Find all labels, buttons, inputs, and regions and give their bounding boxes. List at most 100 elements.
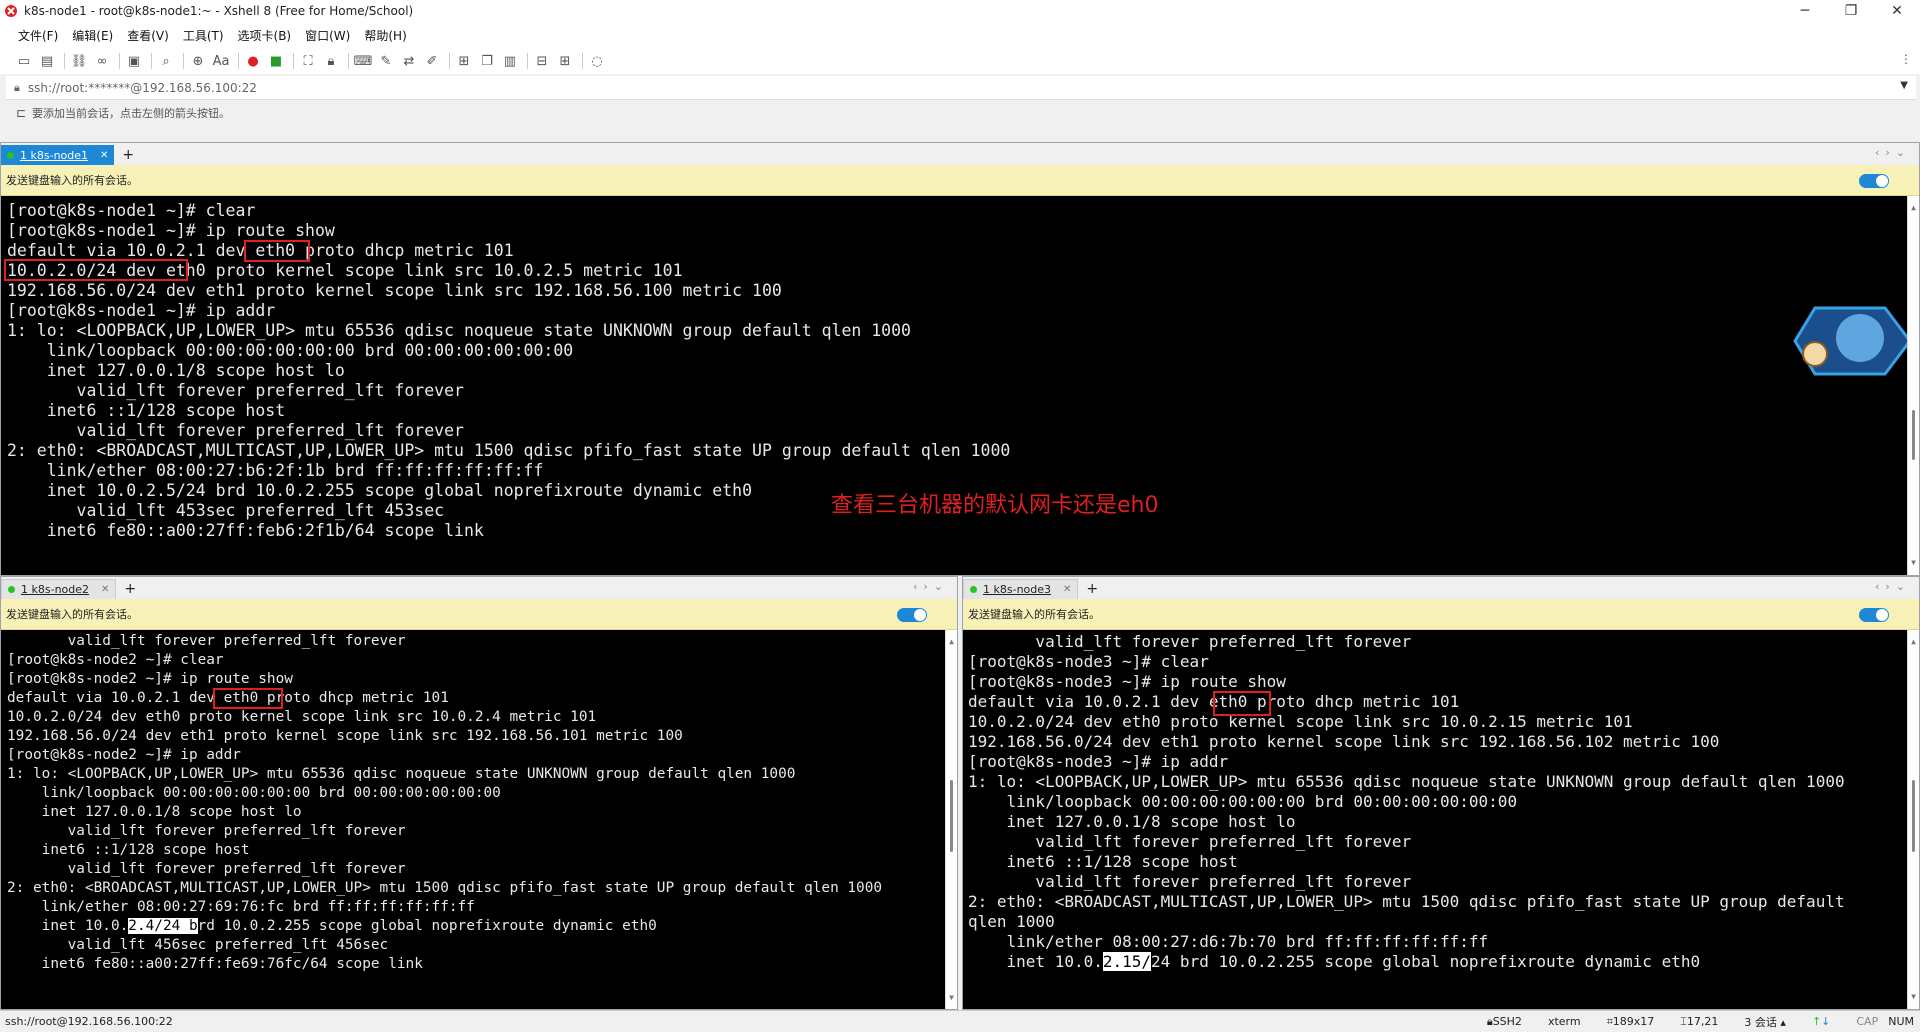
tab-k8s-node1[interactable]: 1 k8s-node1 ✕ bbox=[1, 145, 115, 165]
compose-icon[interactable]: ▥ bbox=[500, 51, 520, 71]
scroll-down-icon[interactable]: ▼ bbox=[1908, 987, 1919, 1007]
more-options-icon[interactable]: ⋮ bbox=[1900, 52, 1912, 66]
toolbar-divider bbox=[151, 53, 152, 69]
scroll-up-icon[interactable]: ▲ bbox=[1908, 632, 1919, 652]
tab-nav-icons[interactable]: ‹›⌄ bbox=[913, 580, 949, 593]
connected-status-icon bbox=[7, 151, 14, 159]
tab-nav-icons[interactable]: ‹›⌄ bbox=[1875, 580, 1911, 593]
search-icon[interactable]: ⌕ bbox=[156, 51, 176, 71]
window-title: k8s-node1 - root@k8s-node1:~ - Xshell 8 … bbox=[24, 4, 414, 18]
scroll-down-icon[interactable]: ▼ bbox=[946, 988, 957, 1007]
chevron-down-icon[interactable]: ▼ bbox=[1900, 80, 1908, 91]
script-icon[interactable]: ✎ bbox=[376, 51, 396, 71]
new-session-icon[interactable]: ▭ bbox=[14, 51, 34, 71]
font-icon[interactable]: Aa bbox=[211, 51, 231, 71]
terminal-node3[interactable]: valid_lft forever preferred_lft forever[… bbox=[963, 630, 1919, 1009]
selected-text: 2.15/ bbox=[1102, 952, 1152, 971]
terminal-line: [root@k8s-node3 ~]# clear bbox=[968, 652, 1209, 671]
scrollbar-node1[interactable]: ▲ ▼ bbox=[1907, 196, 1919, 575]
toolbar-divider bbox=[527, 53, 528, 69]
terminal-line: link/ether 08:00:27:69:76:fc brd ff:ff:f… bbox=[7, 899, 475, 915]
assistant-avatar-icon[interactable] bbox=[1775, 296, 1915, 386]
close-tab-icon[interactable]: ✕ bbox=[101, 584, 109, 595]
connect-icon[interactable]: ⛓ bbox=[69, 51, 89, 71]
scroll-thumb[interactable] bbox=[950, 780, 953, 852]
add-tab-icon[interactable]: + bbox=[122, 145, 134, 165]
close-tab-icon[interactable]: ✕ bbox=[1063, 584, 1071, 595]
selected-text: 2.4/24 b bbox=[128, 918, 198, 934]
status-sessions[interactable]: 3 会话 ▴ bbox=[1744, 1014, 1786, 1030]
globe-icon[interactable]: ⊕ bbox=[188, 51, 208, 71]
terminal-line: inet6 fe80::a00:27ff:feb6:2f1b/64 scope … bbox=[7, 521, 484, 540]
broadcast-toggle[interactable] bbox=[1859, 174, 1889, 188]
terminal-node2[interactable]: valid_lft forever preferred_lft forever [… bbox=[1, 630, 957, 1009]
scroll-thumb[interactable] bbox=[1912, 410, 1915, 460]
add-tab-icon[interactable]: + bbox=[1086, 579, 1098, 599]
scroll-up-icon[interactable]: ▲ bbox=[946, 632, 957, 651]
menu-window[interactable]: 窗口(W) bbox=[305, 27, 350, 44]
scrollbar-node3[interactable]: ▲ ▼ bbox=[1907, 630, 1919, 1009]
menu-tabs[interactable]: 选项卡(B) bbox=[238, 27, 292, 44]
terminal-line: 1: lo: <LOOPBACK,UP,LOWER_UP> mtu 65536 … bbox=[968, 772, 1845, 791]
tab-k8s-node2[interactable]: 1 k8s-node2 ✕ bbox=[1, 579, 117, 599]
terminal-line: 2: eth0: <BROADCAST,MULTICAST,UP,LOWER_U… bbox=[7, 880, 883, 896]
transfer-status-icon[interactable]: ↑↓ bbox=[1812, 1015, 1830, 1028]
toolbar-divider bbox=[183, 53, 184, 69]
disconnect-icon[interactable]: ∞ bbox=[92, 51, 112, 71]
terminal-node1[interactable]: [root@k8s-node1 ~]# clear [root@k8s-node1… bbox=[1, 196, 1919, 575]
tab-k8s-node3[interactable]: 1 k8s-node3 ✕ bbox=[963, 579, 1079, 599]
tab-nav-icons[interactable]: ‹›⌄ bbox=[1875, 146, 1911, 159]
xftp-icon[interactable]: ● bbox=[243, 51, 263, 71]
session-bar-icon[interactable]: ⊏ bbox=[16, 106, 26, 120]
transfer-icon[interactable]: ⇄ bbox=[399, 51, 419, 71]
fullscreen-icon[interactable]: ⛶ bbox=[298, 51, 318, 71]
maximize-button[interactable]: ❐ bbox=[1828, 0, 1874, 22]
terminal-line: 192.168.56.0/24 dev eth1 proto kernel sc… bbox=[7, 728, 683, 744]
tile-icon[interactable]: ⊟ bbox=[532, 51, 552, 71]
layout-icon[interactable]: ⊞ bbox=[555, 51, 575, 71]
terminal-line: 192.168.56.0/24 dev eth1 proto kernel sc… bbox=[968, 732, 1720, 751]
terminal-line: [root@k8s-node2 ~]# ip route show bbox=[7, 671, 293, 687]
menu-tools[interactable]: 工具(T) bbox=[183, 27, 224, 44]
scrollbar-node2[interactable]: ▲ ▼ bbox=[945, 630, 957, 1009]
terminal-line: [root@k8s-node2 ~]# ip addr bbox=[7, 747, 241, 763]
close-tab-icon[interactable]: ✕ bbox=[100, 150, 108, 161]
lock-icon[interactable]: 🔒︎ bbox=[321, 51, 341, 71]
new-tab-icon[interactable]: ⊞ bbox=[454, 51, 474, 71]
highlight-box-route bbox=[4, 259, 188, 281]
menu-file[interactable]: 文件(F) bbox=[18, 27, 58, 44]
scroll-down-icon[interactable]: ▼ bbox=[1908, 553, 1919, 573]
terminal-line: [root@k8s-node3 ~]# ip addr bbox=[968, 752, 1229, 771]
terminal-line: link/ether 08:00:27:b6:2f:1b brd ff:ff:f… bbox=[7, 461, 544, 480]
log-icon[interactable]: ✐ bbox=[422, 51, 442, 71]
copy-icon[interactable]: ❐ bbox=[477, 51, 497, 71]
address-bar[interactable]: 🔒︎ ssh://root:*******@192.168.56.100:22 … bbox=[6, 76, 1916, 100]
toolbar-divider bbox=[582, 53, 583, 69]
close-button[interactable]: ✕ bbox=[1874, 0, 1920, 22]
broadcast-bar: 发送键盘输入的所有会话。 bbox=[1, 165, 1919, 196]
xmanager-icon[interactable]: ■ bbox=[266, 51, 286, 71]
terminal-line: valid_lft forever preferred_lft forever bbox=[7, 823, 406, 839]
open-folder-icon[interactable]: ▤ bbox=[37, 51, 57, 71]
help-icon[interactable]: ◌ bbox=[587, 51, 607, 71]
menu-help[interactable]: 帮助(H) bbox=[364, 27, 406, 44]
chevron-up-icon: ▴ bbox=[1780, 1015, 1786, 1029]
reconnect-icon[interactable]: ▣ bbox=[124, 51, 144, 71]
terminal-line: valid_lft forever preferred_lft forever bbox=[7, 633, 406, 649]
toolbar-divider bbox=[293, 53, 294, 69]
menu-edit[interactable]: 编辑(E) bbox=[72, 27, 113, 44]
broadcast-toggle[interactable] bbox=[897, 608, 927, 622]
menu-view[interactable]: 查看(V) bbox=[127, 27, 169, 44]
terminal-line: qlen 1000 bbox=[968, 912, 1055, 931]
address-input[interactable]: ssh://root:*******@192.168.56.100:22 bbox=[28, 81, 257, 95]
terminal-line: [root@k8s-node1 ~]# clear bbox=[7, 201, 256, 220]
keyboard-icon[interactable]: ⌨ bbox=[353, 51, 373, 71]
scroll-up-icon[interactable]: ▲ bbox=[1908, 198, 1919, 218]
add-tab-icon[interactable]: + bbox=[124, 579, 136, 599]
terminal-line: 10.0.2.0/24 dev eth0 proto kernel scope … bbox=[7, 709, 597, 725]
scroll-thumb[interactable] bbox=[1912, 780, 1915, 852]
broadcast-toggle[interactable] bbox=[1859, 608, 1889, 622]
minimize-button[interactable]: ─ bbox=[1782, 0, 1828, 22]
pane-node1: 1 k8s-node1 ✕ + ‹›⌄ 发送键盘输入的所有会话。 [root@k… bbox=[0, 142, 1920, 576]
connected-status-icon bbox=[8, 586, 15, 593]
